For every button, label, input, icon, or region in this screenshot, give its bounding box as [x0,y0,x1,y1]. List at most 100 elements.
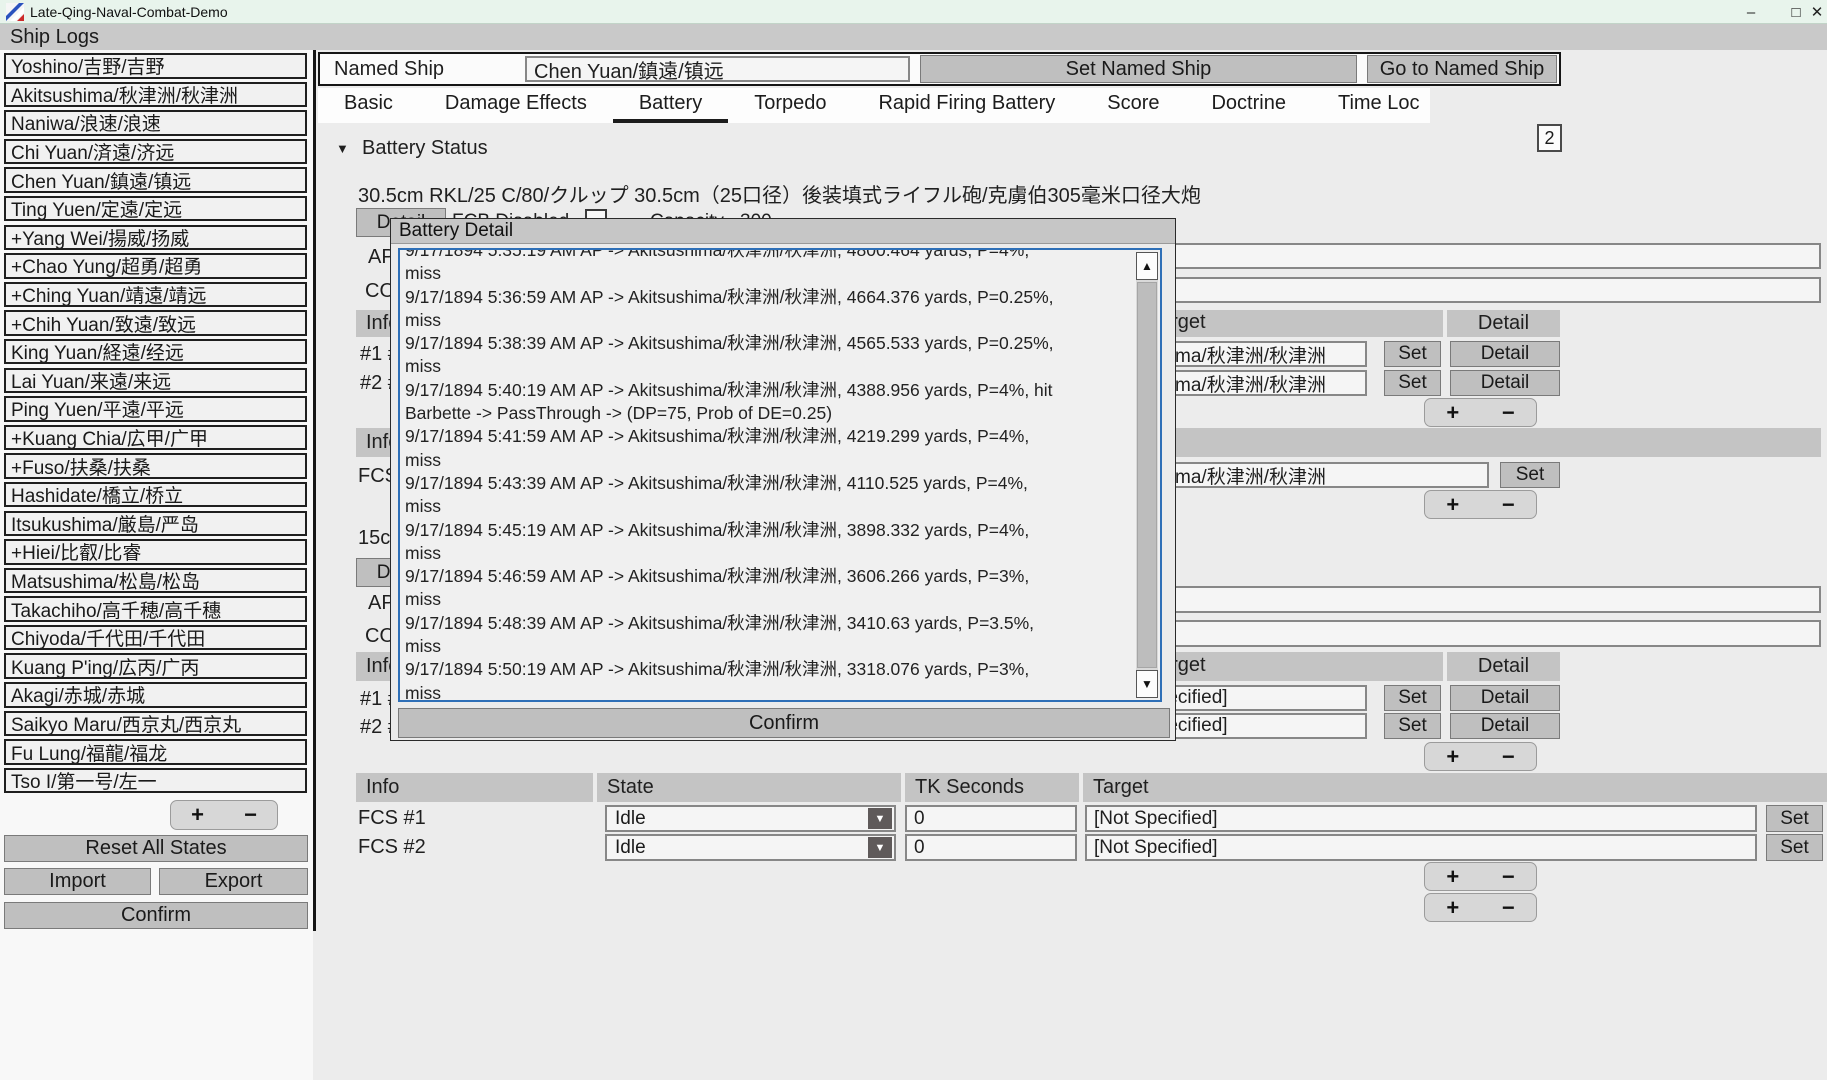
scroll-up-button[interactable]: ▲ [1136,252,1158,280]
mount2-2-set-button[interactable]: Set [1384,713,1441,739]
tab[interactable]: Rapid Firing Battery [852,88,1081,123]
tab[interactable]: Score [1081,88,1185,123]
mount-remove-button[interactable]: − [1502,400,1515,426]
fcs-1-state-dropdown[interactable]: Idle ▼ [605,805,896,832]
battery-log-line: miss [405,355,1134,378]
mount2-1-set-button[interactable]: Set [1384,685,1441,711]
mount2-1-detail-button[interactable]: Detail [1450,685,1560,711]
import-button[interactable]: Import [4,868,151,895]
ship-list-item[interactable]: +Kuang Chia/広甲/广甲 [4,425,307,451]
fcs-2-tk-input[interactable]: 0 [905,834,1077,861]
reset-all-states-button[interactable]: Reset All States [4,835,308,862]
add-ship-button[interactable]: + [191,802,204,828]
tab[interactable]: Time Loc [1312,88,1446,123]
fcs-table-add-button[interactable]: + [1446,864,1459,890]
ship-list-item[interactable]: Chi Yuan/済遠/济远 [4,139,307,165]
close-button[interactable]: ✕ [1800,0,1827,24]
ship-list-item[interactable]: Ping Yuen/平遠/平远 [4,396,307,422]
ship-list-item[interactable]: Chiyoda/千代田/千代田 [4,625,307,651]
fcs-1-target-input[interactable]: [Not Specified] [1085,805,1757,832]
tab[interactable]: Basic [318,88,419,123]
ship-list-item[interactable]: Saikyo Maru/西京丸/西京丸 [4,711,307,737]
ship-list-item[interactable]: Naniwa/浪速/浪速 [4,110,307,136]
export-button[interactable]: Export [159,868,308,895]
goto-named-ship-button[interactable]: Go to Named Ship [1367,55,1557,83]
fcs-table-remove-button-2[interactable]: − [1502,895,1515,921]
ship-list-item[interactable]: Tso I/第一号/左一 [4,768,307,794]
mount-2-set-button[interactable]: Set [1384,370,1441,396]
fcs-remove-button[interactable]: − [1502,492,1515,518]
fcs-1-target-set-button[interactable]: Set [1766,805,1823,832]
fcs-1-set-button[interactable]: Set [1500,462,1560,488]
ship-list-item[interactable]: Akagi/赤城/赤城 [4,682,307,708]
fcs-table-remove-button[interactable]: − [1502,864,1515,890]
remove-ship-button[interactable]: − [244,802,257,828]
dialog-confirm-button[interactable]: Confirm [398,708,1170,738]
battery-log-line: miss [405,262,1134,285]
ship-list-item[interactable]: Itsukushima/厳島/严岛 [4,511,307,537]
battery-status-title: Battery Status [362,137,488,160]
detail-header: Detail [1447,310,1560,337]
fcs-1-tk-input[interactable]: 0 [905,805,1077,832]
mount2-2-detail-button[interactable]: Detail [1450,713,1560,739]
battery-log-line: 9/17/1894 5:36:59 AM AP -> Akitsushima/秋… [405,286,1134,309]
fcs-2-state-dropdown[interactable]: Idle ▼ [605,834,896,861]
ship-list-item[interactable]: Chen Yuan/鎮遠/镇远 [4,167,307,193]
com2-row-field[interactable] [1090,620,1821,647]
collapse-triangle-icon[interactable]: ▼ [336,141,349,156]
ship-list-item[interactable]: Yoshino/吉野/吉野 [4,53,307,79]
ship-list-item[interactable]: +Chao Yung/超勇/超勇 [4,253,307,279]
battery-log-line: 9/17/1894 5:38:39 AM AP -> Akitsushima/秋… [405,332,1134,355]
ap-row-field[interactable] [1090,243,1821,269]
ship-list-item[interactable]: Ting Yuen/定遠/定远 [4,196,307,222]
fcs-table-add-button-2[interactable]: + [1446,895,1459,921]
fcs-2-target-set-button[interactable]: Set [1766,834,1823,861]
mount-1-set-button[interactable]: Set [1384,341,1441,367]
tab[interactable]: Damage Effects [419,88,613,123]
ship-list-item[interactable]: +Hiei/比叡/比睿 [4,539,307,565]
detail2-header: Detail [1447,652,1560,681]
log-scrollbar[interactable]: ▲ ▼ [1136,252,1158,698]
ship-list-item[interactable]: Takachiho/高千穂/高千穗 [4,596,307,622]
battery-log-listbox[interactable]: 9/17/1894 5:35:19 AM AP -> Akitsushima/秋… [398,248,1162,702]
ship-list-item[interactable]: King Yuan/経遠/经远 [4,339,307,365]
ap2-row-field[interactable] [1090,586,1821,613]
fcs-2-target-input[interactable]: [Not Specified] [1085,834,1757,861]
ship-list-item[interactable]: Fu Lung/福龍/福龙 [4,739,307,765]
named-ship-input[interactable]: Chen Yuan/鎮遠/镇远 [525,56,910,82]
set-named-ship-button[interactable]: Set Named Ship [920,55,1357,83]
scrollbar-thumb[interactable] [1137,282,1157,668]
mount-2-detail-button[interactable]: Detail [1450,370,1560,396]
minimize-button[interactable]: – [1734,0,1768,24]
mount2-remove-button[interactable]: − [1502,744,1515,770]
ship-list-item[interactable]: +Chih Yuan/致遠/致远 [4,310,307,336]
ship-list-item[interactable]: +Ching Yuan/靖遠/靖远 [4,282,307,308]
battery-log-lines: 9/17/1894 5:35:19 AM AP -> Akitsushima/秋… [405,250,1134,700]
dialog-titlebar[interactable]: Battery Detail [391,219,1175,244]
app-window: Late-Qing-Naval-Combat-Demo – □ ✕ Ship L… [0,0,1827,1080]
fcs-table-info-header: Info [356,773,593,802]
mount-1-detail-button[interactable]: Detail [1450,341,1560,367]
sidebar-confirm-button[interactable]: Confirm [4,902,308,929]
battery-log-line: miss [405,635,1134,658]
ship-list-item[interactable]: +Yang Wei/揚威/扬威 [4,225,307,251]
fcs-add-button[interactable]: + [1446,492,1459,518]
fcs-table-tk-header: TK Seconds [905,773,1079,802]
ship-list-item[interactable]: Matsushima/松島/松岛 [4,568,307,594]
mount-add-button[interactable]: + [1446,400,1459,426]
ship-list-item[interactable]: Akitsushima/秋津洲/秋津洲 [4,82,307,108]
window-title: Late-Qing-Naval-Combat-Demo [30,4,228,20]
ship-list-item[interactable]: Lai Yuan/来遠/来远 [4,368,307,394]
ship-list-item[interactable]: Kuang P'ing/広丙/广丙 [4,653,307,679]
com-row-field[interactable] [1090,277,1821,303]
tab[interactable]: Doctrine [1185,88,1311,123]
page-header: Ship Logs [0,24,1827,50]
scroll-down-button[interactable]: ▼ [1136,670,1158,698]
dialog-title: Battery Detail [399,220,513,242]
mount2-add-button[interactable]: + [1446,744,1459,770]
ship-list-item[interactable]: Hashidate/橋立/桥立 [4,482,307,508]
ship-list-item[interactable]: +Fuso/扶桑/扶桑 [4,453,307,479]
tab[interactable]: Torpedo [728,88,852,123]
tab[interactable]: Battery [613,88,728,123]
battery-log-line: miss [405,309,1134,332]
